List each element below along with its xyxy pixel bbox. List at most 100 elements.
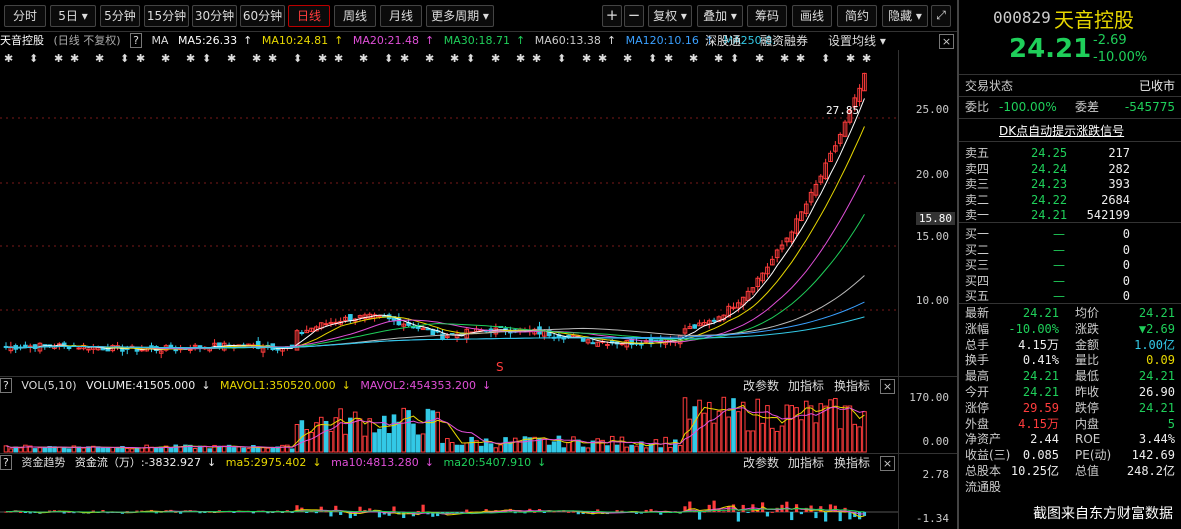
volume-bar <box>862 411 867 453</box>
event-marker: ✱ <box>359 52 368 65</box>
flow-bar <box>746 512 750 513</box>
stat-label: 总股本 <box>965 464 1002 478</box>
period-tab-intraday[interactable]: 分时 <box>4 5 46 27</box>
arrow-down-icon: ↓ <box>201 379 211 392</box>
event-marker: ⬍ <box>120 52 129 65</box>
price-tick: 10.00 <box>915 294 949 307</box>
event-marker: ✱ <box>161 52 170 65</box>
event-marker: ✱ <box>318 52 327 65</box>
period-tab-monthly[interactable]: 月线 <box>380 5 422 27</box>
chevron-down-icon: ▾ <box>680 9 687 23</box>
volume-bar <box>702 412 707 453</box>
volume-bar <box>498 444 503 453</box>
close-icon[interactable]: × <box>939 34 954 49</box>
volume-bar <box>372 432 377 453</box>
ask-volume: 217 <box>1108 146 1130 160</box>
zoom-out-icon[interactable]: − <box>624 5 644 27</box>
bid-row: 买四 — 0 <box>965 273 1175 290</box>
arrow-down-icon: ↓ <box>207 456 217 469</box>
close-icon[interactable]: × <box>880 456 895 471</box>
candle-body <box>323 323 329 326</box>
volume-bar <box>61 447 67 453</box>
stat-value: 4.15万 <box>1018 337 1059 352</box>
volume-bar <box>289 448 295 453</box>
hide-button[interactable]: 隐藏 ▾ <box>882 5 928 27</box>
simple-mode-button[interactable]: 简约 <box>837 5 877 27</box>
bid-price: — <box>1053 242 1065 257</box>
stat-value: 5 <box>1167 416 1175 431</box>
period-tab-60min[interactable]: 60分钟 <box>240 5 285 27</box>
event-marker: ✱ <box>664 52 673 65</box>
volume-bar <box>144 444 149 453</box>
vol-edit-params-button[interactable]: 改参数 <box>743 377 779 395</box>
more-periods-dropdown[interactable]: 更多周期 ▾ <box>426 5 494 27</box>
help-icon[interactable]: ? <box>0 378 12 393</box>
volume-bar <box>13 446 18 453</box>
event-marker: ⬍ <box>293 52 302 65</box>
flow-switch-indicator-button[interactable]: 换指标 <box>834 454 870 472</box>
arrow-down-icon: ↓ <box>312 456 322 469</box>
volume-bar <box>110 447 116 453</box>
flow-edit-params-button[interactable]: 改参数 <box>743 454 779 472</box>
chart-mode: (日线 不复权) <box>53 34 121 47</box>
fund-flow-value: 资金流（万）:-3832.927 <box>74 456 202 469</box>
period-tab-15min[interactable]: 15分钟 <box>144 5 189 27</box>
tag-sh-hk-connect[interactable]: 深股通 <box>705 32 741 50</box>
volume-bar <box>493 447 499 453</box>
period-tab-5min[interactable]: 5分钟 <box>100 5 140 27</box>
stat-value: 248.2亿 <box>1126 464 1175 478</box>
price-tick: 15.00 <box>915 230 949 243</box>
bid-label: 买五 <box>965 289 990 303</box>
vol-add-indicator-button[interactable]: 加指标 <box>788 377 824 395</box>
flow-bar <box>377 512 382 518</box>
volume-bar <box>760 422 765 453</box>
bid-label: 买二 <box>965 242 990 257</box>
stat-label: 金额 <box>1075 337 1100 352</box>
help-icon[interactable]: ? <box>130 33 142 48</box>
volume-bar <box>115 447 120 453</box>
event-marker: ✱ <box>186 52 195 65</box>
fund-flow-chart <box>0 500 898 522</box>
candle-body <box>590 342 596 345</box>
volume-bar <box>328 430 334 453</box>
vol-switch-indicator-button[interactable]: 换指标 <box>834 377 870 395</box>
arrow-up-icon: ↑ <box>606 34 617 47</box>
flow-add-indicator-button[interactable]: 加指标 <box>788 454 824 472</box>
event-marker: ⬍ <box>29 52 38 65</box>
period-tab-weekly[interactable]: 周线 <box>334 5 376 27</box>
tag-margin-trading[interactable]: 融资融券 <box>760 32 808 50</box>
stat-row: 净资产 2.44 ROE 3.44% <box>965 431 1175 448</box>
ma-label: MA <box>151 34 169 47</box>
volume-bar <box>338 408 343 453</box>
period-tab-30min[interactable]: 30分钟 <box>192 5 237 27</box>
zoom-in-icon[interactable]: + <box>602 5 622 27</box>
flow-bar <box>785 501 789 512</box>
ma-settings-button[interactable]: 设置均线 ▾ <box>828 32 886 50</box>
flow-bar <box>542 512 546 513</box>
draw-line-button[interactable]: 画线 <box>792 5 832 27</box>
period-tab-5day[interactable]: 5日 ▾ <box>50 5 96 27</box>
dk-signal-link[interactable]: DK点自动提示涨跌信号 <box>999 122 1124 139</box>
help-icon[interactable]: ? <box>0 455 12 470</box>
ask-row: 卖五 24.25 217 <box>965 145 1175 162</box>
period-tab-daily[interactable]: 日线 <box>288 5 330 27</box>
stat-value: 2.44 <box>1030 432 1059 447</box>
stat-row: 最新 24.21 均价 24.21 <box>965 305 1175 322</box>
candle-body <box>580 338 586 342</box>
fullscreen-icon[interactable]: ⤢ <box>931 5 951 27</box>
volume-bar <box>241 447 246 453</box>
volume-bar <box>750 430 756 453</box>
candle-body <box>348 314 353 321</box>
overlay-dropdown[interactable]: 叠加 ▾ <box>697 5 743 27</box>
event-marker: ⬍ <box>821 52 830 65</box>
volume-bar <box>542 438 547 453</box>
close-icon[interactable]: × <box>880 379 895 394</box>
volume-bar <box>551 441 557 453</box>
adjust-dropdown[interactable]: 复权 ▾ <box>648 5 692 27</box>
chart-area: 天音控股 (日线 不复权) ? MA MA5:26.33 ↑ MA10:24.81… <box>0 32 957 529</box>
volume-bar <box>139 447 145 453</box>
bid-volume: 0 <box>1122 242 1130 257</box>
chips-button[interactable]: 筹码 <box>747 5 787 27</box>
volume-bar <box>813 422 819 453</box>
stat-label: 换手 <box>965 353 990 368</box>
